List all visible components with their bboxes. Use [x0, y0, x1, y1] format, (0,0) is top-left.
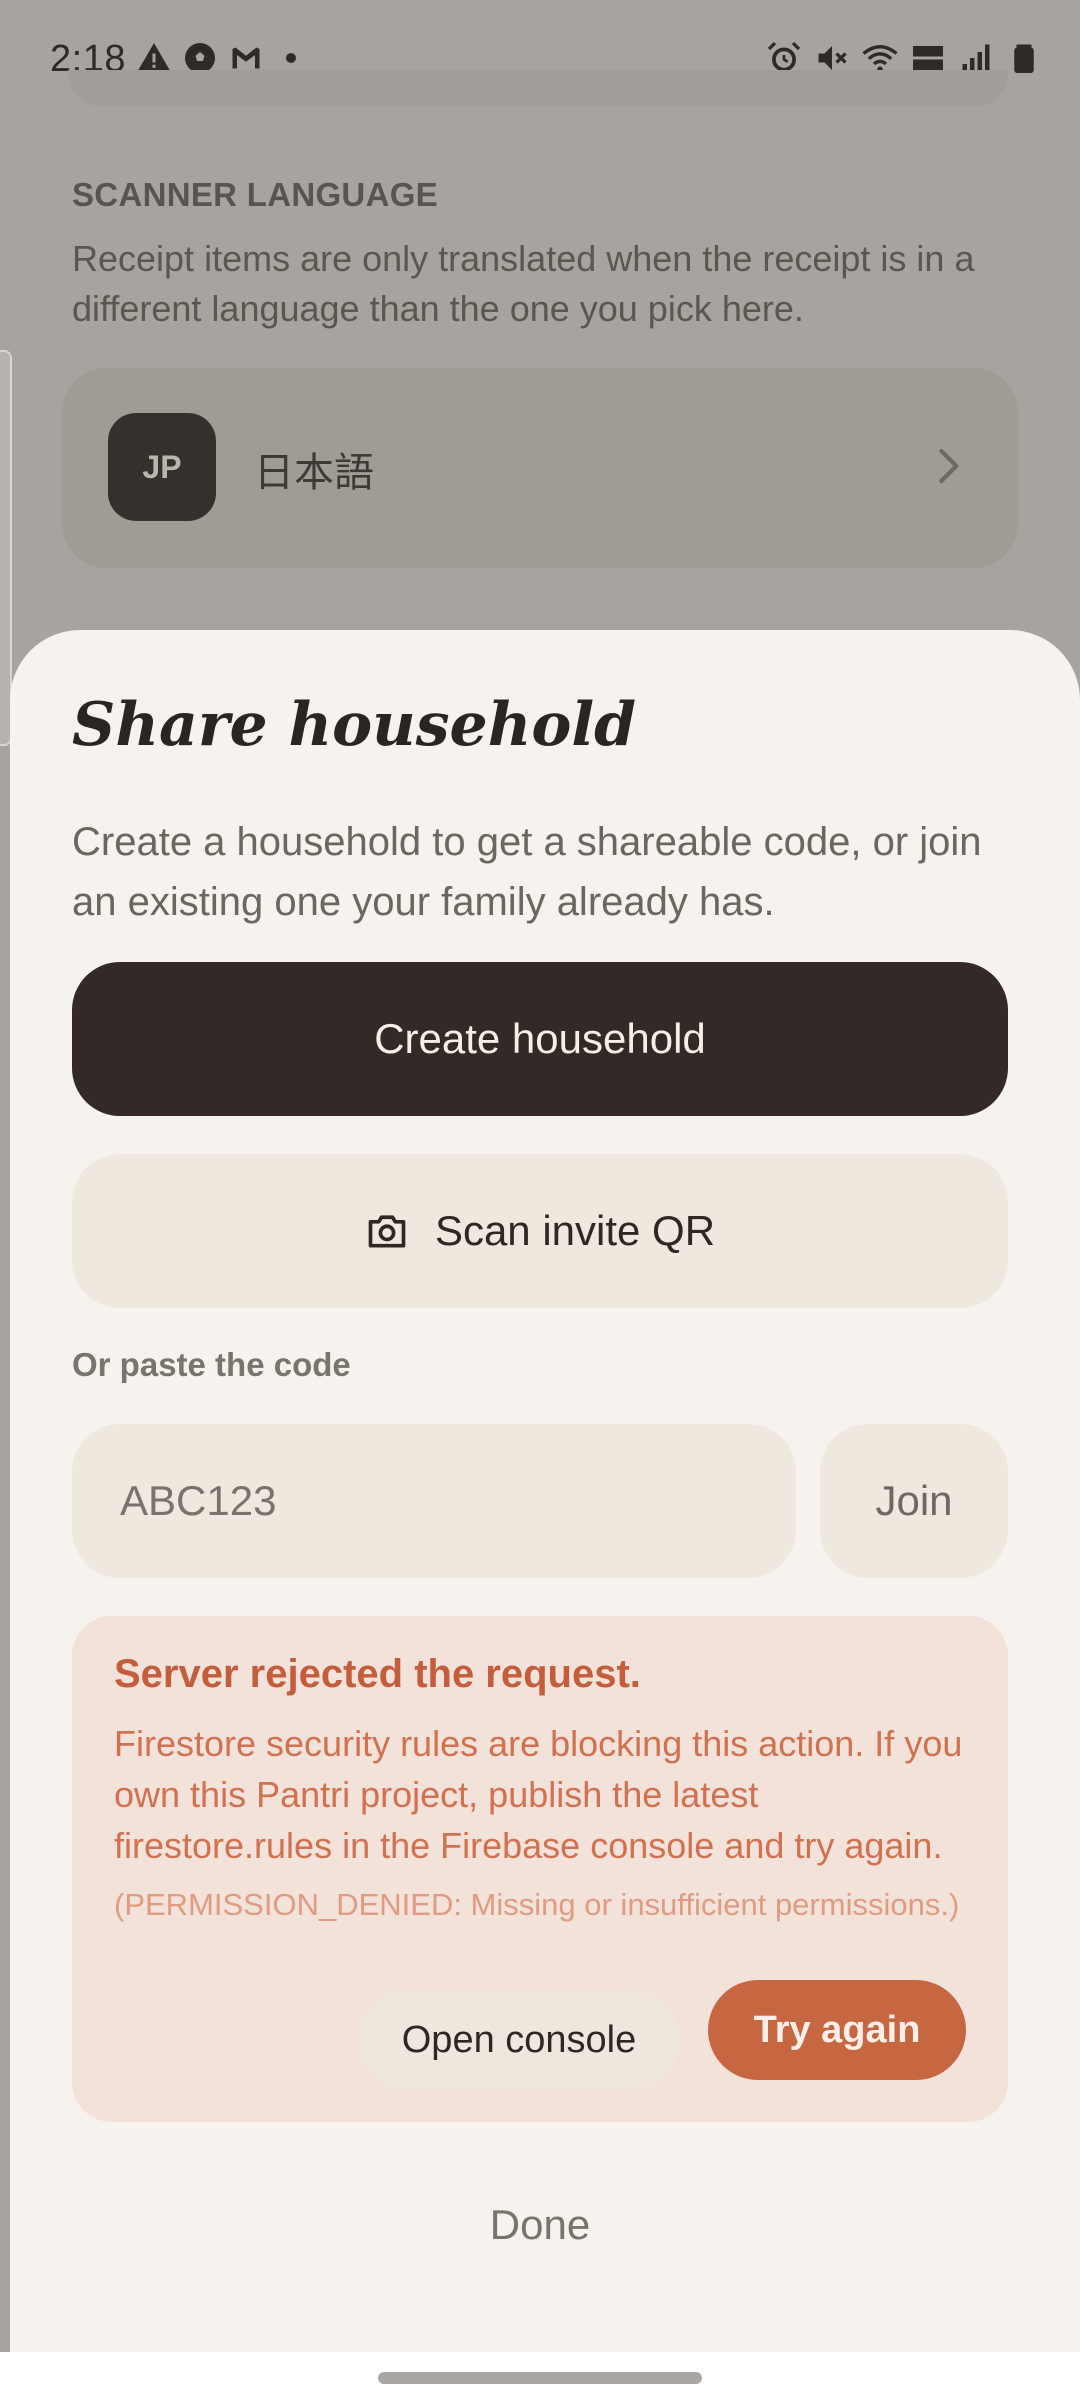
- error-title: Server rejected the request.: [114, 1652, 641, 1696]
- battery-icon: [1006, 40, 1042, 76]
- sheet-title: Share household: [72, 690, 637, 760]
- paste-code-label: Or paste the code: [72, 1346, 351, 1383]
- scanner-language-heading: SCANNER LANGUAGE: [72, 176, 438, 213]
- previous-card-edge: [68, 70, 1008, 106]
- language-badge: JP: [108, 413, 216, 521]
- join-button[interactable]: Join: [820, 1424, 1008, 1578]
- try-again-button[interactable]: Try again: [708, 1980, 966, 2080]
- scan-invite-qr-button[interactable]: Scan invite QR: [72, 1154, 1008, 1308]
- scan-invite-qr-label: Scan invite QR: [434, 1207, 716, 1254]
- language-selector-row[interactable]: JP 日本語: [62, 368, 1018, 568]
- invite-code-input[interactable]: [72, 1424, 796, 1578]
- error-code: (PERMISSION_DENIED: Missing or insuffici…: [114, 1887, 960, 1922]
- create-household-button[interactable]: Create household: [72, 962, 1008, 1116]
- home-indicator[interactable]: [378, 2372, 702, 2384]
- done-button[interactable]: Done: [400, 2180, 680, 2270]
- notification-dot: [286, 53, 296, 63]
- chevron-right-icon: [939, 448, 959, 484]
- language-name: 日本語: [254, 450, 374, 496]
- camera-icon: [368, 1215, 406, 1248]
- error-card: Server rejected the request. Firestore s…: [72, 1616, 1008, 2122]
- error-message: Firestore security rules are blocking th…: [114, 1723, 963, 1866]
- sheet-description: Create a household to get a shareable co…: [72, 820, 982, 924]
- scanner-language-description: Receipt items are only translated when t…: [72, 238, 975, 329]
- share-household-sheet: Share household Create a household to ge…: [10, 630, 1080, 2352]
- open-console-button[interactable]: Open console: [358, 1990, 680, 2090]
